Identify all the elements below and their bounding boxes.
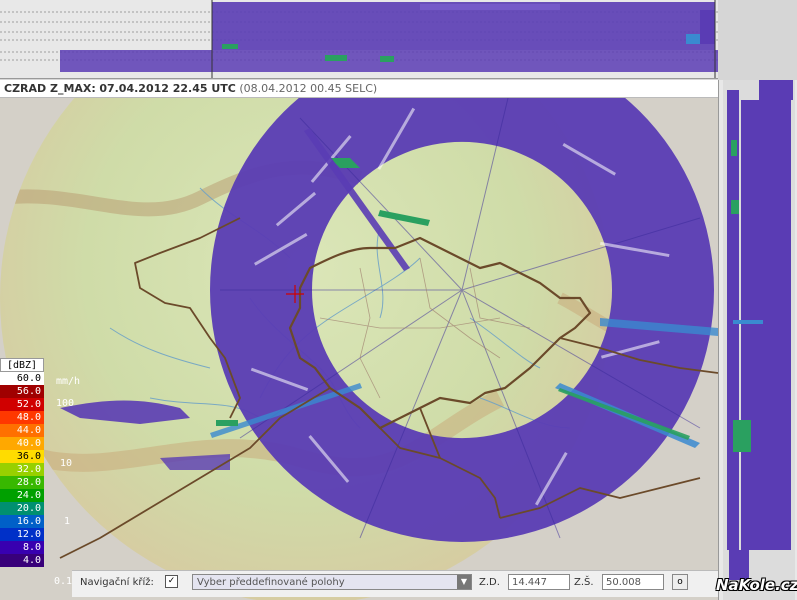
lon-input[interactable]: 14.447	[508, 574, 570, 590]
mm-tick-100: 100	[56, 398, 75, 409]
lon-label: Z.D.	[479, 577, 500, 588]
legend-rows: 60.0 56.0 52.0 48.0 44.0 40.0 36.0 32.0 28.0 24.0…	[0, 372, 44, 567]
legend-level: 36.0	[0, 450, 44, 463]
dbz-legend: [dBZ] 60.0 56.0 52.0 48.0 44.0 40.0 36.0 32.0 28…	[0, 358, 44, 567]
legend-level: 28.0	[0, 476, 44, 489]
legend-level: 60.0	[0, 372, 44, 385]
utc-time: 07.04.2012 22.45 UTC	[99, 82, 236, 95]
legend-level: 12.0	[0, 528, 44, 541]
legend-level: 44.0	[0, 424, 44, 437]
go-button[interactable]: o	[672, 574, 688, 590]
product-label: CZRAD Z_MAX:	[4, 82, 96, 95]
legend-level: 52.0	[0, 398, 44, 411]
mm-tick-1: 1	[64, 516, 71, 527]
east-west-profile-panel	[718, 80, 797, 600]
profile-strip-svg	[0, 0, 718, 78]
legend-level: 4.0	[0, 554, 44, 567]
mm-tick-10: 10	[60, 458, 73, 469]
profile-side-svg	[723, 80, 795, 600]
legend-level: 24.0	[0, 489, 44, 502]
radar-map[interactable]	[0, 98, 718, 600]
mm-tick-01: 0.1	[54, 576, 73, 587]
preset-location-select[interactable]: Vyber předdefinované polohy ▼	[192, 574, 472, 590]
legend-level: 40.0	[0, 437, 44, 450]
nav-cross-label: Navigační kříž:	[80, 577, 154, 588]
chevron-down-icon[interactable]: ▼	[457, 575, 471, 589]
legend-level: 56.0	[0, 385, 44, 398]
north-south-profile-panel	[0, 0, 718, 79]
legend-level: 48.0	[0, 411, 44, 424]
local-time: (08.04.2012 00.45 SELC)	[239, 82, 378, 95]
legend-level: 20.0	[0, 502, 44, 515]
preset-location-placeholder: Vyber předdefinované polohy	[197, 577, 345, 588]
legend-level: 32.0	[0, 463, 44, 476]
nav-cross-checkbox[interactable]: ✓	[165, 575, 178, 588]
navigation-bar: Navigační kříž: ✓ Vyber předdefinované p…	[72, 570, 718, 597]
legend-level: 16.0	[0, 515, 44, 528]
legend-level: 8.0	[0, 541, 44, 554]
map-title-bar: CZRAD Z_MAX: 07.04.2012 22.45 UTC (08.04…	[0, 80, 718, 98]
legend-header: [dBZ]	[0, 358, 44, 372]
radar-map-svg	[0, 98, 718, 600]
lat-label: Z.Š.	[574, 577, 594, 588]
watermark-logo: NaKole.cz	[716, 576, 797, 594]
lat-input[interactable]: 50.008	[602, 574, 664, 590]
mm-unit-label: mm/h	[56, 376, 81, 387]
